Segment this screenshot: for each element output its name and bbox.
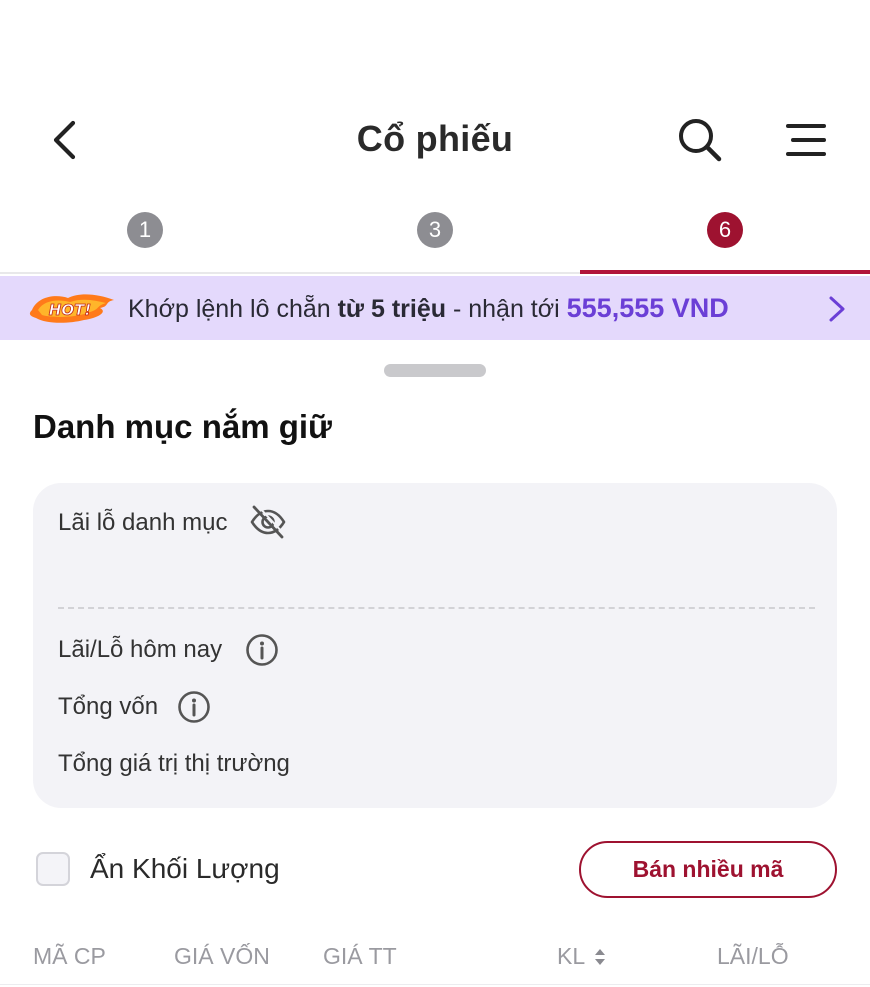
menu-button[interactable] bbox=[780, 114, 832, 166]
card-divider bbox=[58, 607, 815, 609]
tab-badge: 1 bbox=[127, 212, 163, 248]
hide-volume-checkbox[interactable] bbox=[36, 852, 70, 886]
hide-volume-label: Ẩn Khối Lượng bbox=[90, 853, 280, 884]
account-tabs: 1 3 6 bbox=[0, 196, 870, 274]
search-icon bbox=[679, 119, 722, 162]
search-button[interactable] bbox=[674, 114, 726, 166]
sell-multiple-button[interactable]: Bán nhiều mã bbox=[579, 841, 837, 898]
info-icon[interactable] bbox=[177, 690, 211, 724]
page-title: Cổ phiếu bbox=[356, 118, 514, 159]
chevron-right-icon bbox=[829, 296, 845, 322]
promo-text: Khớp lệnh lô chẵn từ 5 triệu - nhận tới … bbox=[128, 293, 729, 324]
tab-3[interactable]: 3 bbox=[290, 196, 580, 272]
portfolio-title: Danh mục nắm giữ bbox=[33, 408, 332, 445]
tab-1[interactable]: 1 bbox=[0, 196, 290, 272]
column-header-cost-price[interactable]: GIÁ VỐN bbox=[174, 943, 270, 970]
info-icon[interactable] bbox=[245, 633, 279, 667]
column-header-pnl[interactable]: LÃI/LỖ bbox=[717, 943, 789, 970]
total-capital-label: Tổng vốn bbox=[58, 693, 159, 720]
table-divider bbox=[0, 984, 870, 985]
sheet-drag-handle[interactable] bbox=[384, 364, 486, 377]
holdings-table-header: MÃ CP GIÁ VỐN GIÁ TT KL LÃI/LỖ bbox=[0, 940, 870, 980]
hot-flame-icon: HOT! bbox=[29, 294, 115, 323]
hide-volume-row: Ẩn Khối Lượng bbox=[36, 852, 280, 886]
tab-badge: 3 bbox=[417, 212, 453, 248]
column-header-volume-label: KL bbox=[557, 943, 586, 969]
hamburger-menu-icon bbox=[786, 124, 826, 156]
portfolio-summary-card: Lãi lỗ danh mục Lãi/Lỗ hôm nay Tổng vốn … bbox=[33, 483, 837, 808]
column-header-symbol[interactable]: MÃ CP bbox=[33, 943, 106, 970]
promo-banner[interactable]: HOT! Khớp lệnh lô chẵn từ 5 triệu - nhận… bbox=[0, 276, 870, 340]
column-header-volume[interactable]: KL bbox=[557, 943, 607, 970]
portfolio-pnl-label: Lãi lỗ danh mục bbox=[58, 509, 228, 536]
eye-off-icon[interactable] bbox=[249, 503, 287, 541]
tab-6[interactable]: 6 bbox=[580, 196, 870, 274]
promo-text-bold: từ 5 triệu bbox=[337, 295, 447, 323]
promo-text-middle: - nhận tới bbox=[446, 295, 567, 323]
app-header: Cổ phiếu bbox=[0, 96, 870, 186]
promo-text-before: Khớp lệnh lô chẵn bbox=[128, 295, 338, 323]
today-pnl-label: Lãi/Lỗ hôm nay bbox=[58, 636, 223, 663]
market-value-label: Tổng giá trị thị trường bbox=[58, 750, 290, 777]
promo-amount: 555,555 VND bbox=[566, 293, 729, 323]
sort-icon bbox=[595, 948, 606, 965]
column-header-market-price[interactable]: GIÁ TT bbox=[323, 943, 397, 970]
tab-badge: 6 bbox=[707, 212, 743, 248]
hot-badge-text: HOT! bbox=[49, 301, 91, 319]
